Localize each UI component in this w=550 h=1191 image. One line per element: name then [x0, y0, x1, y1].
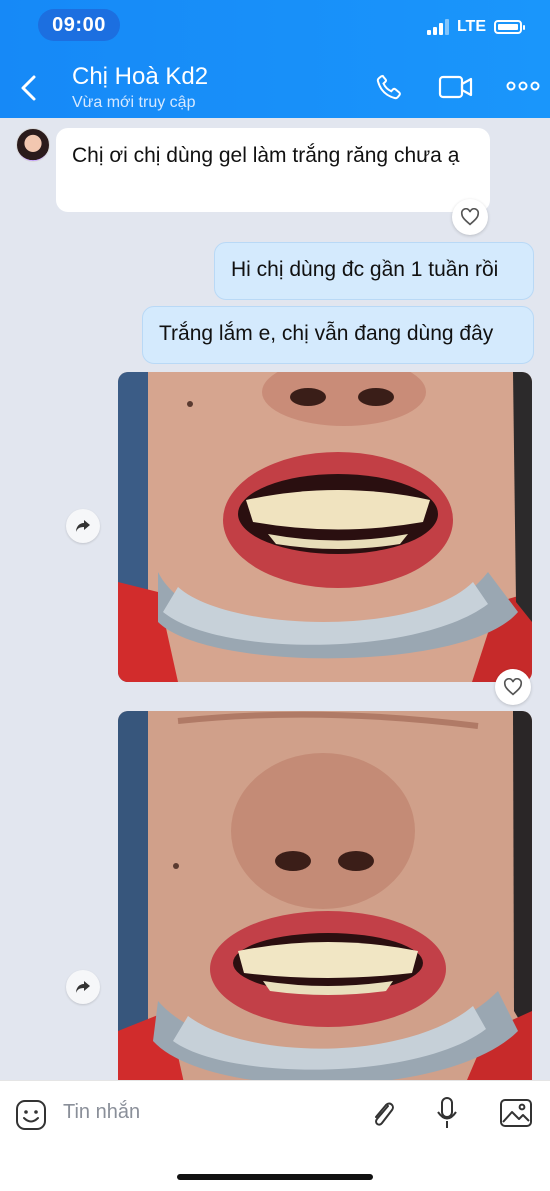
attachment-icon[interactable]	[368, 1097, 398, 1131]
image-picker-icon[interactable]	[498, 1097, 534, 1129]
share-icon[interactable]	[66, 970, 100, 1004]
network-type: LTE	[456, 18, 486, 35]
microphone-icon[interactable]	[434, 1095, 460, 1131]
back-icon[interactable]	[18, 74, 40, 102]
message-photo[interactable]	[118, 711, 532, 1080]
avatar[interactable]	[16, 128, 50, 162]
heart-reaction-icon[interactable]	[495, 669, 531, 705]
sticker-icon[interactable]	[14, 1098, 48, 1132]
signal-icon	[426, 19, 449, 35]
home-indicator[interactable]	[177, 1174, 373, 1180]
status-time: 09:00	[38, 9, 120, 41]
message-photo[interactable]	[118, 372, 532, 682]
outgoing-message[interactable]: Hi chị dùng đc gần 1 tuần rồi	[214, 242, 534, 300]
heart-reaction-icon[interactable]	[452, 199, 488, 235]
message-input[interactable]: Tin nhắn	[63, 1101, 140, 1124]
incoming-message[interactable]: Chị ơi chị dùng gel làm trắng răng chưa …	[56, 128, 490, 212]
chat-header: 09:00 LTE Chị Hoà Kd2 Vừa mới truy cập	[0, 0, 550, 118]
video-call-icon[interactable]	[438, 74, 474, 100]
contact-status: Vừa mới truy cập	[72, 94, 196, 111]
outgoing-message[interactable]: Trắng lắm e, chị vẫn đang dùng đây	[142, 306, 534, 364]
message-input-bar: Tin nhắn	[0, 1080, 550, 1191]
phone-icon[interactable]	[374, 72, 404, 102]
battery-icon	[494, 20, 525, 34]
share-icon[interactable]	[66, 509, 100, 543]
message-list[interactable]: Chị ơi chị dùng gel làm trắng răng chưa …	[0, 118, 550, 1080]
more-icon[interactable]	[506, 80, 540, 92]
smile-photo-image	[118, 372, 532, 682]
contact-name[interactable]: Chị Hoà Kd2	[72, 63, 208, 91]
smile-photo-image	[118, 711, 532, 1080]
status-indicators: LTE	[426, 18, 525, 36]
